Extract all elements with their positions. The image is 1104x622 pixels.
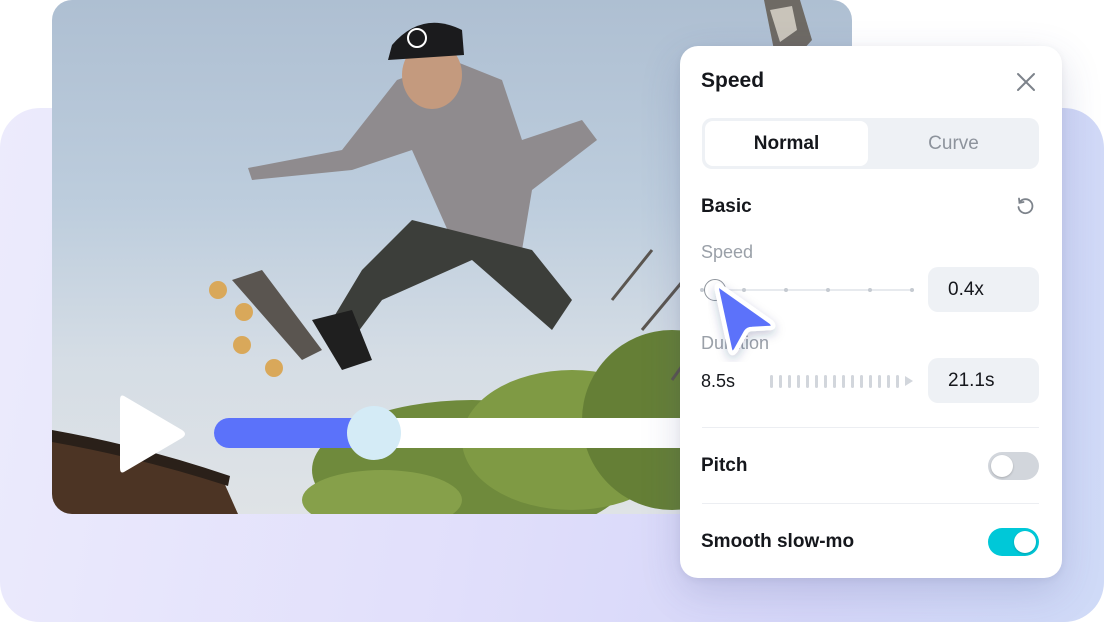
duration-arrow-icon bbox=[905, 376, 913, 386]
reset-icon bbox=[1017, 197, 1034, 215]
speed-value-input[interactable]: 0.4x bbox=[928, 267, 1039, 312]
duration-tick bbox=[887, 375, 890, 388]
original-duration: 8.5s bbox=[701, 371, 736, 391]
duration-value-input[interactable]: 21.1s bbox=[928, 358, 1039, 403]
play-button[interactable] bbox=[118, 392, 188, 476]
toggle-knob bbox=[991, 455, 1013, 477]
close-button[interactable] bbox=[1014, 70, 1038, 94]
duration-tick bbox=[788, 375, 791, 388]
toggle-knob bbox=[1014, 531, 1036, 553]
speed-panel: Speed Normal Curve Basic Speed 0.4x Dura… bbox=[680, 46, 1062, 578]
duration-indicator bbox=[770, 375, 913, 388]
play-icon bbox=[120, 395, 185, 473]
panel-title: Speed bbox=[701, 69, 765, 92]
speed-slider-knob[interactable] bbox=[704, 279, 726, 301]
duration-label: Duration bbox=[701, 333, 770, 353]
mode-tabs: Normal Curve bbox=[702, 118, 1039, 169]
duration-tick bbox=[842, 375, 845, 388]
duration-tick bbox=[896, 375, 899, 388]
speed-tick bbox=[742, 288, 746, 292]
duration-tick bbox=[806, 375, 809, 388]
close-icon bbox=[1017, 73, 1035, 91]
duration-tick bbox=[797, 375, 800, 388]
duration-tick bbox=[851, 375, 854, 388]
duration-tick bbox=[779, 375, 782, 388]
tab-normal[interactable]: Normal bbox=[705, 121, 868, 166]
divider bbox=[702, 427, 1039, 428]
speed-slider-track bbox=[702, 289, 914, 291]
pitch-toggle[interactable] bbox=[988, 452, 1039, 480]
duration-tick bbox=[860, 375, 863, 388]
speed-slider[interactable] bbox=[700, 276, 914, 304]
pitch-label: Pitch bbox=[701, 455, 748, 476]
speed-label: Speed bbox=[701, 242, 754, 262]
smooth-slowmo-toggle[interactable] bbox=[988, 528, 1039, 556]
tab-curve[interactable]: Curve bbox=[872, 121, 1035, 166]
speed-tick bbox=[784, 288, 788, 292]
speed-tick bbox=[826, 288, 830, 292]
divider bbox=[702, 503, 1039, 504]
smooth-slowmo-label: Smooth slow-mo bbox=[701, 531, 855, 552]
duration-tick bbox=[770, 375, 773, 388]
reset-button[interactable] bbox=[1015, 196, 1035, 216]
duration-tick bbox=[878, 375, 881, 388]
duration-tick bbox=[815, 375, 818, 388]
duration-tick bbox=[833, 375, 836, 388]
duration-tick bbox=[869, 375, 872, 388]
speed-tick bbox=[910, 288, 914, 292]
duration-tick bbox=[824, 375, 827, 388]
section-basic-label: Basic bbox=[701, 196, 752, 217]
progress-thumb[interactable] bbox=[347, 406, 401, 460]
speed-tick bbox=[868, 288, 872, 292]
